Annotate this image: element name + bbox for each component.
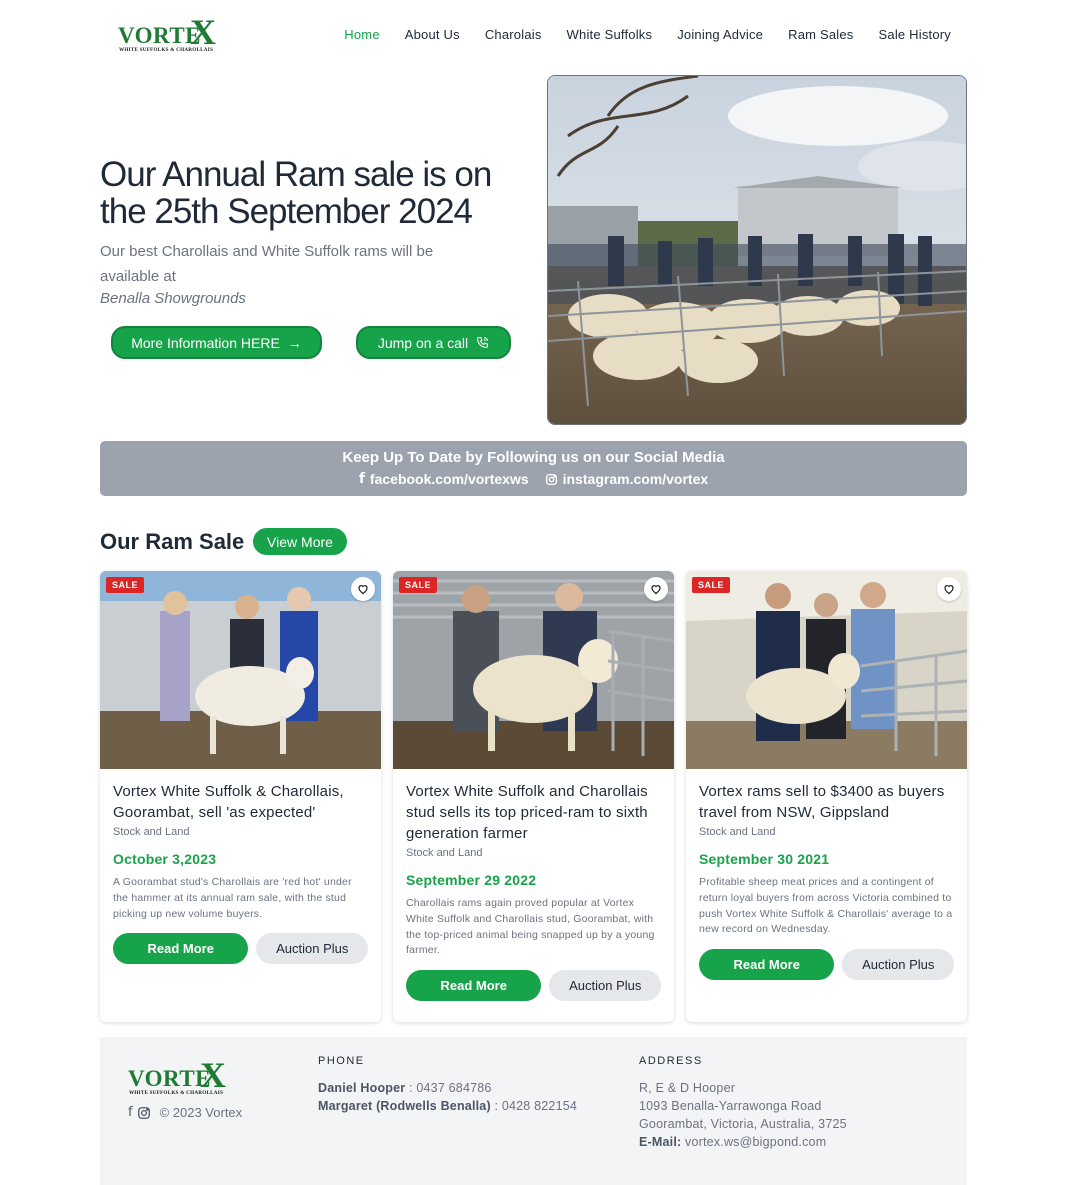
phone-line-1: Daniel Hooper : 0437 684786 [318,1079,492,1097]
news-card: SALE Vortex rams sell to $3400 as buyers… [686,571,967,1022]
sale-badge: SALE [399,577,438,593]
email-line: E-Mail: vortex.ws@bigpond.com [639,1133,826,1151]
news-card-source: Stock and Land [699,826,776,838]
logo-x: X [200,1055,227,1095]
footer-vortex-logo[interactable]: VORTE X WHITE SUFFOLKS & CHAROLLAIS [128,1057,232,1097]
nav-item-home[interactable]: Home [344,27,379,42]
heart-icon[interactable] [351,577,375,601]
news-card-date: October 3,2023 [113,851,217,867]
nav-item-ram-sales[interactable]: Ram Sales [788,27,853,42]
nav-item-charolais[interactable]: Charolais [485,27,542,42]
hero-title: Our Annual Ram sale is on the 25th Septe… [100,155,492,231]
jump-on-call-button[interactable]: Jump on a call [356,326,511,359]
news-card-title: Vortex White Suffolk & Charollais, Goora… [113,783,344,821]
nav-menu: Home About Us Charolais White Suffolks J… [344,27,951,42]
instagram-icon [545,473,557,485]
phone-1-number[interactable]: : 0437 684786 [405,1081,491,1095]
facebook-link[interactable]: f facebook.com/vortexws [359,471,529,487]
ram-sale-heading: Our Ram Sale [100,529,245,554]
footer-copyright: © 2023 Vortex [159,1105,243,1120]
news-card-description: Charollais rams again proved popular at … [406,897,655,957]
phone-2-number[interactable]: : 0428 822154 [491,1099,577,1113]
news-card-description: Profitable sheep meat prices and a conti… [699,876,953,936]
email-label: E-Mail: [639,1135,682,1149]
instagram-icon[interactable] [137,1106,151,1120]
heart-icon[interactable] [644,577,668,601]
news-card: SALE Vortex White Suffolk and Charollais… [393,571,674,1022]
phone-2-name: Margaret (Rodwells Benalla) [318,1099,491,1113]
nav-item-joining-advice[interactable]: Joining Advice [677,27,763,42]
logo-x: X [190,12,217,52]
read-more-button[interactable]: Read More [406,970,542,1002]
phone-1-name: Daniel Hooper [318,1081,406,1095]
address-line-2: 1093 Benalla-Yarrawonga Road [639,1099,822,1113]
auction-plus-button[interactable]: Auction Plus [256,933,368,965]
facebook-icon: f [358,471,365,487]
nav-item-white-suffolks[interactable]: White Suffolks [567,27,653,42]
arrow-right-icon: → [287,334,302,351]
logo-tagline: WHITE SUFFOLKS & CHAROLLAIS [119,47,214,53]
instagram-link[interactable]: instagram.com/vortex [545,471,709,487]
auction-plus-button[interactable]: Auction Plus [842,949,954,981]
top-navigation: VORTE X WHITE SUFFOLKS & CHAROLLAIS Home… [0,0,1080,72]
news-card-title: Vortex rams sell to $3400 as buyers trav… [699,783,945,821]
vortex-logo[interactable]: VORTE X WHITE SUFFOLKS & CHAROLLAIS [118,14,222,54]
facebook-icon[interactable]: f [128,1105,133,1120]
hero-venue: Benalla Showgrounds [100,290,246,307]
phone-line-2: Margaret (Rodwells Benalla) : 0428 82215… [318,1097,577,1115]
news-card-description: A Goorambat stud's Charollais are 'red h… [113,876,352,920]
news-card-source: Stock and Land [113,826,190,838]
view-more-button[interactable]: View More [253,528,347,555]
news-card-photo: SALE [393,571,674,769]
news-card-photo: SALE [100,571,381,769]
news-card-title: Vortex White Suffolk and Charollais stud… [406,783,648,842]
more-information-label: More Information HERE [131,334,280,351]
facebook-link-label: facebook.com/vortexws [369,471,529,487]
news-card-photo: SALE [686,571,967,769]
address-heading: ADDRESS [639,1055,703,1067]
footer-copyright-row: f © 2023 Vortex [128,1105,242,1120]
social-links: f facebook.com/vortexws instagram.com/vo… [100,471,967,487]
social-media-banner: Keep Up To Date by Following us on our S… [100,441,967,496]
hero-subtitle: Our best Charollais and White Suffolk ra… [100,243,434,285]
instagram-link-label: instagram.com/vortex [562,471,709,487]
phone-icon [477,337,489,348]
heart-icon[interactable] [937,577,961,601]
site-footer: VORTE X WHITE SUFFOLKS & CHAROLLAIS f © … [100,1037,967,1185]
news-card: SALE Vortex White Suffolk & Charollais, … [100,571,381,1022]
hero-sale-photo [547,75,967,425]
read-more-button[interactable]: Read More [699,949,835,981]
sale-badge: SALE [106,577,145,593]
sale-badge: SALE [692,577,731,593]
auction-plus-button[interactable]: Auction Plus [549,970,661,1002]
logo-word: VORTE [128,1066,212,1091]
address-line-3: Goorambat, Victoria, Australia, 3725 [639,1117,847,1131]
nav-item-about-us[interactable]: About Us [405,27,460,42]
news-card-source: Stock and Land [406,847,483,859]
news-card-date: September 29 2022 [406,872,537,888]
social-banner-title: Keep Up To Date by Following us on our S… [342,449,725,466]
email-link[interactable]: vortex.ws@bigpond.com [681,1135,826,1149]
logo-word: VORTE [118,23,202,48]
news-card-date: September 30 2021 [699,851,830,867]
phone-heading: PHONE [318,1055,365,1067]
more-information-button[interactable]: More Information HERE → [111,326,322,359]
jump-on-call-label: Jump on a call [377,334,469,351]
address-line-1: R, E & D Hooper [639,1081,736,1095]
nav-item-sale-history[interactable]: Sale History [879,27,951,42]
logo-tagline: WHITE SUFFOLKS & CHAROLLAIS [129,1090,224,1096]
read-more-button[interactable]: Read More [113,933,249,965]
